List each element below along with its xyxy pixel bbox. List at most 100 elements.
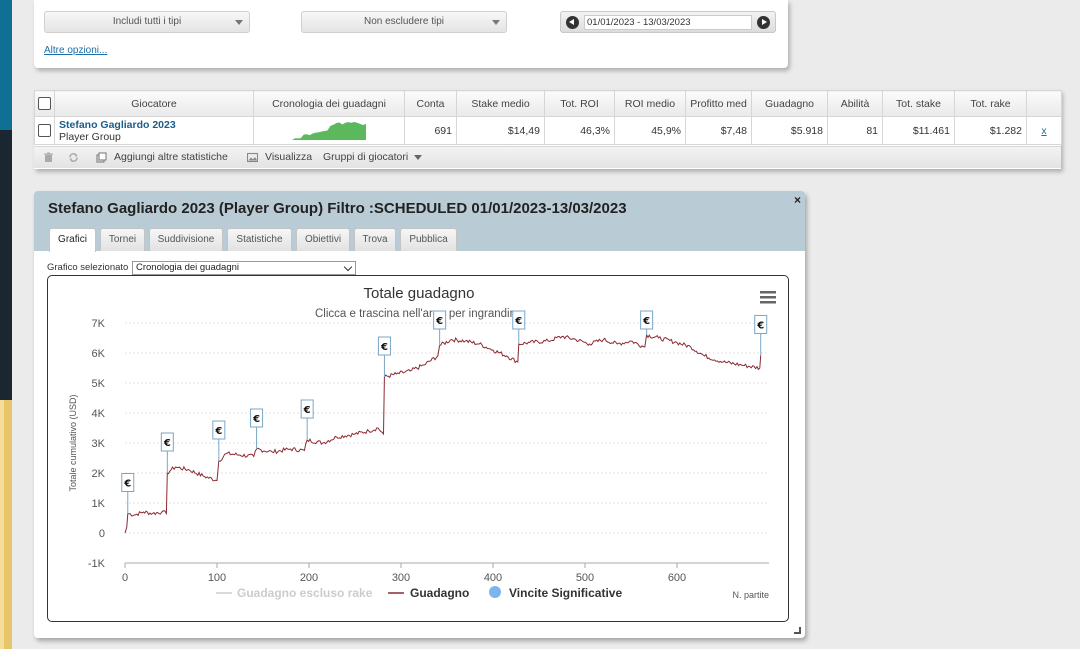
tab-obiettivi[interactable]: Obiettivi [296, 228, 350, 251]
left-strip-segment [0, 130, 12, 400]
chart-container: Totale guadagno Clicca e trascina nell'ar… [47, 275, 789, 622]
tot-roi-cell: 46,3% [544, 116, 615, 145]
include-types-dropdown[interactable]: Includi tutti i tipi [44, 11, 250, 33]
tab-suddivisione[interactable]: Suddivisione [149, 228, 223, 251]
y-tick-label: 7K [92, 318, 106, 330]
significant-win-flag[interactable]: € [433, 310, 447, 346]
significant-win-flag[interactable]: € [754, 314, 768, 356]
chart-select[interactable]: Cronologia dei guadagni [132, 261, 356, 275]
column-header[interactable]: Abilità [827, 90, 883, 117]
y-tick-label: 1K [92, 498, 106, 510]
include-types-label: Includi tutti i tipi [112, 16, 182, 27]
tab-pubblica[interactable]: Pubblica [400, 228, 457, 251]
left-edge-strip [0, 0, 12, 649]
roi-medio-cell: 45,9% [614, 116, 686, 145]
x-tick-label: 500 [576, 572, 594, 584]
player-group-label: Player Group [59, 130, 121, 143]
select-all-checkbox[interactable] [38, 97, 51, 110]
profitto-medio-cell: $7,48 [685, 116, 752, 145]
sparkline-cell [253, 116, 405, 145]
row-select-cell [34, 116, 55, 145]
left-strip-segment [0, 0, 12, 130]
filter-panel: Includi tutti i tipi Non escludere tipi … [34, 0, 788, 68]
add-stats-button[interactable]: Aggiungi altre statistiche [114, 151, 228, 163]
column-header[interactable]: Conta [404, 90, 457, 117]
tab-tornei[interactable]: Tornei [100, 228, 145, 251]
player-name-link[interactable]: Stefano Gagliardo 2023 [59, 119, 249, 131]
exclude-types-label: Non escludere tipi [363, 16, 445, 27]
legend-label-significant-wins: Vincite Significative [509, 586, 622, 600]
player-groups-label: Gruppi di giocatori [323, 151, 409, 163]
left-strip-segment [0, 400, 4, 649]
y-tick-label: 2K [92, 468, 106, 480]
euro-icon: € [435, 316, 443, 327]
menu-icon-bar [760, 296, 776, 299]
column-header[interactable]: Stake medio [456, 90, 545, 117]
conta-cell: 691 [404, 116, 457, 145]
column-header[interactable]: Giocatore [54, 90, 254, 117]
x-tick-label: 200 [300, 572, 318, 584]
refresh-icon[interactable] [68, 151, 79, 163]
exclude-types-dropdown[interactable]: Non escludere tipi [301, 11, 507, 33]
significant-win-flag[interactable]: € [640, 310, 654, 335]
row-checkbox[interactable] [38, 124, 51, 137]
y-tick-label: 5K [92, 378, 106, 390]
tab-statistiche[interactable]: Statistiche [227, 228, 292, 251]
y-tick-label: 4K [92, 408, 106, 420]
table-row: Stefano Gagliardo 2023 Player Group 691 … [34, 116, 1062, 145]
report-panel: Stefano Gagliardo 2023 (Player Group) Fi… [34, 191, 805, 638]
date-range-input[interactable]: 01/01/2023 - 13/03/2023 [584, 15, 752, 30]
player-cell: Stefano Gagliardo 2023 Player Group [54, 116, 254, 145]
euro-icon: € [214, 426, 222, 437]
significant-win-flag[interactable]: € [250, 408, 264, 449]
y-tick-label: 6K [92, 348, 106, 360]
x-tick-label: 0 [122, 572, 128, 584]
image-icon[interactable] [247, 151, 258, 163]
visualize-button[interactable]: Visualizza [265, 151, 312, 163]
chart-select-label: Grafico selezionato [47, 262, 129, 273]
column-header[interactable]: Guadagno [751, 90, 828, 117]
add-stats-icon[interactable] [96, 151, 107, 163]
column-header[interactable]: Tot. rake [954, 90, 1027, 117]
tab-grafici[interactable]: Grafici [49, 228, 96, 252]
significant-win-flag[interactable]: € [160, 432, 174, 473]
player-groups-dropdown[interactable]: Gruppi di giocatori [323, 151, 423, 163]
more-options-link[interactable]: Altre opzioni... [44, 45, 107, 56]
significant-win-flag[interactable]: € [377, 336, 391, 377]
significant-win-flag[interactable]: € [512, 310, 526, 344]
remove-row-link[interactable]: x [1041, 125, 1046, 137]
next-arrow-icon[interactable] [757, 16, 770, 29]
significant-win-flag[interactable]: € [300, 399, 314, 440]
abilita-cell: 81 [827, 116, 883, 145]
legend-label-excluded-rake: Guadagno escluso rake [237, 586, 373, 600]
legend-marker-significant-wins [489, 586, 501, 598]
euro-icon: € [252, 414, 260, 425]
column-header[interactable]: Tot. ROI [544, 90, 615, 117]
column-header[interactable]: ROI medio [614, 90, 686, 117]
euro-icon: € [642, 316, 650, 327]
chart-subtitle: Clicca e trascina nell'area per ingrandi… [315, 308, 523, 320]
menu-icon-bar [760, 301, 776, 304]
table-header-row: Giocatore Cronologia dei guadagni Conta … [34, 90, 1062, 117]
y-axis-label: Totale cumulativo (USD) [68, 394, 78, 491]
tab-trova[interactable]: Trova [354, 228, 396, 251]
x-tick-label: 600 [668, 572, 686, 584]
prev-arrow-icon[interactable] [566, 16, 579, 29]
significant-win-flag[interactable]: € [121, 473, 135, 514]
column-header[interactable]: Cronologia dei guadagni [253, 90, 405, 117]
column-header[interactable]: Profitto med [685, 90, 752, 117]
euro-icon: € [123, 479, 131, 490]
x-tick-label: 100 [208, 572, 226, 584]
trash-icon[interactable] [43, 151, 54, 163]
close-icon[interactable]: × [794, 193, 801, 207]
resize-handle[interactable] [794, 627, 801, 634]
profit-chart[interactable]: Totale guadagno Clicca e trascina nell'ar… [48, 276, 789, 622]
euro-icon: € [756, 320, 764, 331]
report-header: Stefano Gagliardo 2023 (Player Group) Fi… [34, 191, 805, 252]
chevron-down-icon [492, 20, 500, 25]
significant-win-flag[interactable]: € [212, 420, 226, 461]
menu-icon[interactable] [760, 291, 776, 304]
sparkline-area [292, 121, 366, 140]
column-header[interactable]: Tot. stake [882, 90, 955, 117]
y-tick-label: 0 [99, 528, 105, 540]
